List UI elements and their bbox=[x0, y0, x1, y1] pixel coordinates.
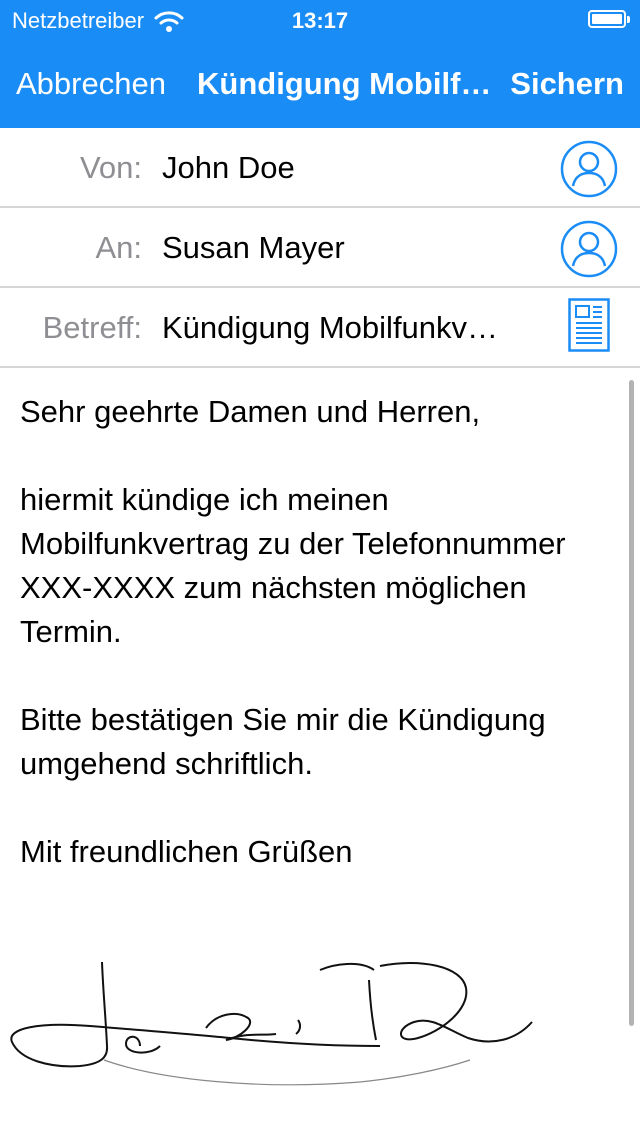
scrollbar[interactable] bbox=[629, 380, 634, 1026]
to-field[interactable]: An: Susan Mayer bbox=[0, 208, 640, 288]
letter-closing: Mit freundlichen Grüßen bbox=[20, 834, 353, 869]
to-label: An: bbox=[95, 230, 142, 265]
letter-body[interactable]: Sehr geehrte Damen und Herren, hiermit k… bbox=[20, 390, 620, 874]
cancel-button[interactable]: Abbrechen bbox=[16, 66, 166, 102]
letter-greeting: Sehr geehrte Damen und Herren, bbox=[20, 394, 481, 429]
page-title: Kündigung Mobilfunkvertrag bbox=[197, 66, 492, 101]
subject-label: Betreff: bbox=[42, 310, 142, 345]
save-button[interactable]: Sichern bbox=[510, 66, 624, 102]
letter-paragraph: hiermit kündige ich meinen Mobilfunkvert… bbox=[20, 482, 566, 649]
navigation-bar: Abbrechen Kündigung Mobilfunkvertrag Sic… bbox=[0, 40, 640, 128]
document-icon[interactable] bbox=[568, 298, 610, 352]
subject-field[interactable]: Betreff: Kündigung Mobilfunkvertrag bbox=[0, 288, 640, 368]
letter-paragraph: Bitte bestätigen Sie mir die Kündigung u… bbox=[20, 702, 546, 781]
subject-value[interactable]: Kündigung Mobilfunkvertrag bbox=[162, 310, 507, 346]
from-value[interactable]: John Doe bbox=[162, 150, 295, 186]
signature-image bbox=[10, 961, 533, 1086]
status-bar: Netzbetreiber 13:17 bbox=[0, 0, 640, 40]
contact-icon[interactable] bbox=[560, 220, 618, 278]
status-time: 13:17 bbox=[291, 8, 349, 33]
to-value[interactable]: Susan Mayer bbox=[162, 230, 345, 266]
from-field[interactable]: Von: John Doe bbox=[0, 128, 640, 208]
contact-icon[interactable] bbox=[560, 140, 618, 198]
from-label: Von: bbox=[79, 150, 142, 185]
top-bar: Netzbetreiber 13:17 Abbrechen Kündigung … bbox=[0, 0, 640, 128]
battery-icon bbox=[588, 10, 630, 28]
